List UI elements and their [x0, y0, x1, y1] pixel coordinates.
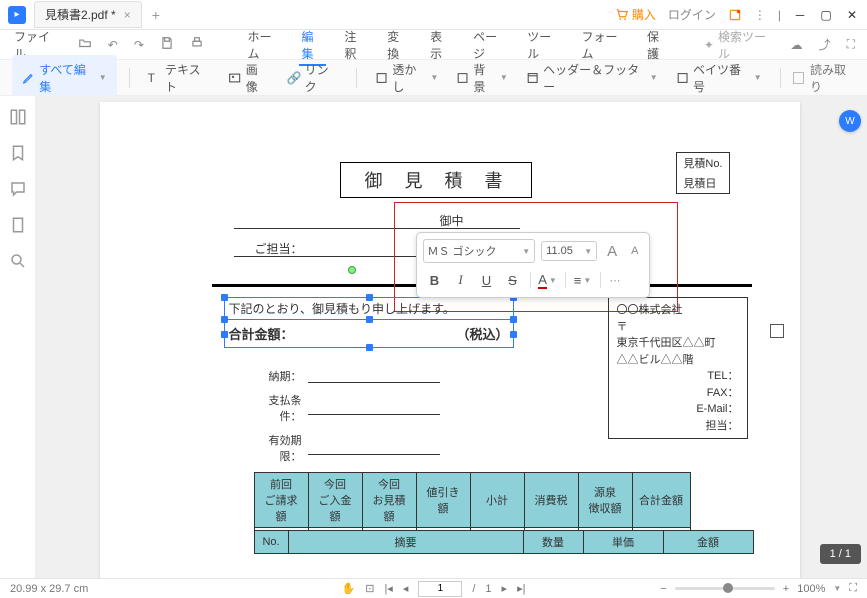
strike-button[interactable]: S [501, 269, 525, 291]
font-size-select[interactable]: 11.05▼ [541, 241, 597, 261]
readonly-label: 読み取り [810, 61, 855, 95]
underline-button[interactable]: U [475, 269, 499, 291]
rotation-handle[interactable] [348, 266, 356, 274]
expand-icon[interactable]: ⛶ [847, 37, 855, 52]
tantou-label[interactable]: ご担当： [255, 240, 303, 257]
format-toolbar[interactable]: ＭＳ ゴシック▼ 11.05▼ A A B I U S A▼ ≡▼ ⋯ [416, 232, 650, 298]
seal-box[interactable] [770, 324, 784, 338]
header-footer-tool[interactable]: ヘッダー＆フッター▼ [520, 57, 664, 99]
close-window-button[interactable]: ✕ [845, 8, 859, 22]
detail-table[interactable]: No. 摘要 数量 単価 金額 [254, 530, 754, 554]
pdf-page[interactable]: 御見積書 見積No. 見積日 御中 ご担当： 下記のとおり、御見積もり申し上げま… [100, 102, 800, 578]
attachment-icon[interactable] [9, 216, 27, 234]
last-page-button[interactable]: ▸| [517, 582, 525, 595]
zoom-slider[interactable] [675, 587, 775, 590]
onchu-label[interactable]: 御中 [440, 212, 464, 229]
redo-icon[interactable]: ↷ [134, 38, 144, 52]
page-indicator: 1 / 1 [820, 544, 861, 564]
bold-button[interactable]: B [423, 269, 447, 291]
doc-title[interactable]: 御見積書 [340, 162, 532, 198]
company-box[interactable]: 〇〇株式会社 〒 東京千代田区△△町 △△ビル△△階 TEL： FAX： E-M… [608, 297, 748, 439]
share-icon[interactable]: ⤴ [819, 36, 831, 53]
new-tab-button[interactable]: + [152, 7, 160, 23]
font-color-button[interactable]: A▼ [536, 269, 560, 291]
tab-annotate[interactable]: 注釈 [342, 24, 369, 66]
statusbar: 20.99 x 29.7 cm ✋ ⊡ |◂ ◂ / 1 ▸ ▸| − + 10… [0, 578, 867, 598]
resize-handle[interactable] [366, 344, 373, 351]
zoom-value[interactable]: 100% [797, 583, 825, 595]
watermark-tool[interactable]: 透かし▼ [369, 57, 444, 99]
resize-handle[interactable] [221, 331, 228, 338]
next-page-button[interactable]: ▸ [502, 582, 508, 595]
tab-close-icon[interactable]: × [124, 8, 131, 22]
bates-tool[interactable]: ベイツ番号▼ [670, 57, 768, 99]
link-tool[interactable]: 🔗リンク [281, 57, 345, 99]
hand-tool-icon[interactable]: ✋ [342, 582, 356, 595]
font-select[interactable]: ＭＳ ゴシック▼ [423, 239, 536, 263]
page-input[interactable] [418, 581, 462, 597]
fit-icon[interactable]: ⊡ [365, 582, 374, 595]
prev-page-button[interactable]: ◂ [403, 582, 409, 595]
workspace: W 1 / 1 御見積書 見積No. 見積日 御中 ご担当： 下記のとおり、御見… [0, 96, 867, 578]
background-tool[interactable]: 背景▼ [450, 57, 514, 99]
text-tool[interactable]: Tテキスト [142, 57, 217, 99]
resize-handle[interactable] [366, 294, 373, 301]
zoom-thumb[interactable] [723, 583, 733, 593]
ai-badge[interactable]: W [839, 110, 861, 132]
comment-icon[interactable] [9, 180, 27, 198]
app-icon: ▸ [8, 6, 26, 24]
resize-handle[interactable] [366, 316, 373, 323]
kebab-icon[interactable]: ⋮ [754, 8, 766, 22]
save-icon[interactable] [160, 36, 174, 53]
decrease-font-button[interactable]: A [627, 245, 642, 257]
page-dimensions: 20.99 x 29.7 cm [10, 583, 88, 595]
cloud-icon[interactable]: ☁ [791, 38, 803, 52]
divider: | [778, 8, 781, 22]
tab-title: 見積書2.pdf * [45, 6, 116, 23]
undo-icon[interactable]: ↶ [108, 38, 118, 52]
resize-handle[interactable] [510, 331, 517, 338]
zoom-in-button[interactable]: + [783, 583, 789, 595]
estimate-box[interactable]: 見積No. 見積日 [676, 152, 729, 194]
buy-link[interactable]: 購入 [615, 6, 656, 23]
increase-font-button[interactable]: A [603, 243, 621, 260]
edit-all-button[interactable]: すべて編集 ▼ [12, 55, 117, 101]
left-sidebar [0, 96, 36, 578]
image-tool[interactable]: 画像 [222, 57, 274, 99]
zoom-out-button[interactable]: − [660, 583, 666, 595]
more-button[interactable]: ⋯ [606, 274, 625, 287]
line [234, 228, 520, 229]
readonly-checkbox[interactable] [793, 72, 804, 84]
align-button[interactable]: ≡▼ [571, 269, 595, 291]
edit-toolbar: すべて編集 ▼ Tテキスト 画像 🔗リンク 透かし▼ 背景▼ ヘッダー＆フッター… [0, 60, 867, 96]
total-box[interactable]: 合計金額： （税込） [224, 319, 514, 348]
bookmark-icon [9, 144, 27, 162]
menubar: ファイル ↶ ↷ ホーム 編集 注釈 変換 表示 ページ ツール フォーム 保護… [0, 30, 867, 60]
notification-icon[interactable] [728, 8, 742, 22]
italic-button[interactable]: I [449, 269, 473, 291]
thumbnails-icon[interactable] [9, 108, 27, 126]
search-sidebar-icon[interactable] [9, 252, 27, 270]
open-icon[interactable] [78, 36, 92, 53]
maximize-button[interactable]: ▢ [819, 8, 833, 22]
resize-handle[interactable] [221, 294, 228, 301]
canvas[interactable]: W 1 / 1 御見積書 見積No. 見積日 御中 ご担当： 下記のとおり、御見… [36, 96, 867, 578]
fullscreen-icon[interactable]: ⛶ [849, 582, 857, 595]
chevron-down-icon: ▼ [99, 73, 107, 82]
minimize-button[interactable]: ─ [793, 8, 807, 22]
pencil-icon [22, 71, 35, 85]
terms[interactable]: 納期： 支払条件： 有効期限： [248, 368, 440, 472]
print-icon[interactable] [190, 36, 204, 53]
cart-icon [615, 8, 629, 22]
login-link[interactable]: ログイン [668, 6, 716, 23]
first-page-button[interactable]: |◂ [384, 582, 392, 595]
